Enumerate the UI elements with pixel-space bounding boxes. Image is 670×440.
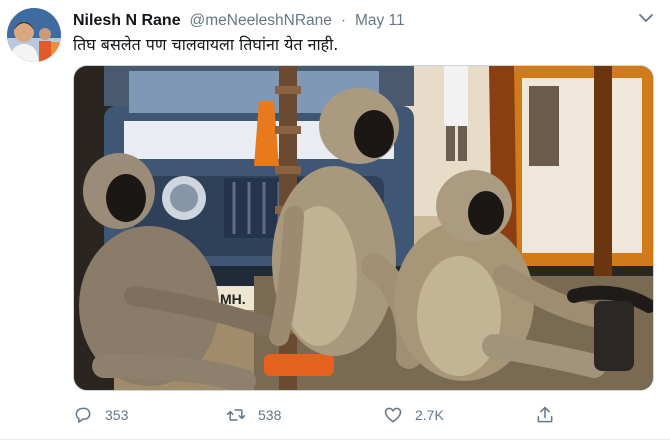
heart-icon — [384, 407, 402, 423]
separator: · — [340, 12, 347, 29]
retweet-icon — [226, 409, 246, 421]
handle[interactable]: @meNeeleshNRane — [190, 12, 332, 29]
tweet-actions: 353 538 2.7K — [73, 400, 573, 430]
reply-button[interactable]: 353 — [73, 402, 128, 428]
tweet-header: Nilesh N Rane @meNeeleshNRane · May 11 — [73, 10, 405, 32]
user-avatar-photo — [7, 8, 61, 62]
more-options-icon[interactable] — [636, 10, 656, 26]
avatar[interactable] — [7, 8, 61, 62]
reply-count: 353 — [105, 407, 129, 423]
display-name[interactable]: Nilesh N Rane — [73, 12, 181, 29]
share-button[interactable] — [535, 402, 567, 428]
monkeys-in-autorickshaw-photo: MH. — [74, 66, 653, 390]
like-button[interactable]: 2.7K — [383, 402, 444, 428]
share-icon — [537, 406, 553, 423]
tweet-text: तिघ बसलेत पण चालवायला तिघांना येत नाही. — [73, 35, 339, 54]
chevron-down-icon — [639, 14, 653, 22]
tweet-card[interactable]: Nilesh N Rane @meNeeleshNRane · May 11 त… — [0, 0, 670, 440]
tweet-date[interactable]: May 11 — [355, 12, 405, 29]
retweet-button[interactable]: 538 — [226, 402, 281, 428]
tweet-media[interactable]: MH. — [73, 65, 654, 391]
like-count: 2.7K — [415, 407, 444, 423]
retweet-count: 538 — [258, 407, 282, 423]
reply-icon — [75, 407, 91, 423]
